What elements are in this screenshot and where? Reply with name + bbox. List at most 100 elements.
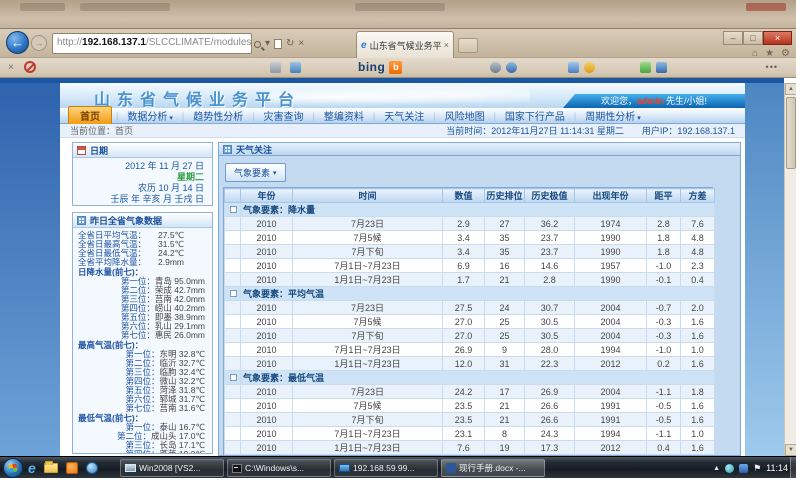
nav-item-1[interactable]: 首页 xyxy=(68,106,112,125)
browser-command-bar: × bing b ••• xyxy=(0,58,796,78)
tray-overflow-icon[interactable]: ▲ xyxy=(713,465,720,472)
tray-app-icon-2[interactable] xyxy=(739,464,748,473)
table-cell: 26.6 xyxy=(525,413,575,427)
close-button[interactable]: × xyxy=(763,31,792,45)
table-cell: 7月23日 xyxy=(293,217,443,231)
nav-item-5[interactable]: 整编资料 xyxy=(324,108,364,123)
table-cell: 25 xyxy=(485,329,525,343)
video-icon[interactable] xyxy=(506,62,517,73)
nav-item-8[interactable]: 国家下行产品 xyxy=(505,108,565,123)
search-dropdown-icon[interactable]: ▾ xyxy=(265,39,270,49)
table-row[interactable]: 20107月23日24.21726.92004-1.11.8 xyxy=(225,385,715,399)
table-cell: 1.8 xyxy=(647,231,681,245)
camera-icon[interactable] xyxy=(490,62,501,73)
chevron-down-icon: ▾ xyxy=(273,169,277,177)
taskbar-clock[interactable]: 11:14 xyxy=(766,463,788,473)
summary-label: 全省平均降水量： xyxy=(78,258,158,267)
table-cell: 1.6 xyxy=(681,413,715,427)
plugin-icon-2[interactable] xyxy=(584,62,595,73)
table-row[interactable]: 20107月1日~7月23日6.91614.61957-1.02.3 xyxy=(225,259,715,273)
scrollbar-thumb[interactable] xyxy=(786,97,796,169)
browser-tab[interactable]: e 山东省气候业务平... × xyxy=(356,31,454,58)
new-tab-button[interactable] xyxy=(458,38,478,53)
address-bar[interactable]: http://192.168.137.1/SLCCLIMATE/modules/… xyxy=(52,33,252,54)
welcome-banner: 欢迎您，admin 先生/小姐! xyxy=(563,94,745,108)
media-player-icon[interactable] xyxy=(86,462,98,474)
bing-app-icon[interactable]: b xyxy=(389,61,402,74)
stop-icon[interactable]: × xyxy=(298,39,304,49)
table-row[interactable]: 20107月1日~7月23日23.1824.31994-1.11.0 xyxy=(225,427,715,441)
refresh-icon[interactable]: ↻ xyxy=(286,39,294,49)
table-row[interactable]: 20107月5候3.43523.719901.84.8 xyxy=(225,231,715,245)
share-icon[interactable] xyxy=(290,62,301,73)
scroll-down-icon[interactable]: ▼ xyxy=(785,444,796,456)
nav-item-4[interactable]: 灾害查询 xyxy=(264,108,304,123)
table-cell: 2004 xyxy=(575,301,647,315)
task-button-3[interactable]: 192.168.59.99... xyxy=(334,459,438,477)
table-cell: 26.9 xyxy=(525,385,575,399)
table-row[interactable]: 20107月5候23.52126.61991-0.51.6 xyxy=(225,399,715,413)
table-row[interactable]: 20107月5候27.02530.52004-0.31.6 xyxy=(225,315,715,329)
toolbar-close-icon[interactable]: × xyxy=(8,62,14,73)
computer-icon xyxy=(125,464,136,472)
maximize-button[interactable]: □ xyxy=(743,31,763,45)
nav-item-7[interactable]: 风险地图 xyxy=(445,108,485,123)
plugin-icon-4[interactable] xyxy=(656,62,667,73)
table-cell: 31 xyxy=(485,357,525,371)
compatibility-icon[interactable] xyxy=(274,39,282,49)
main-navigation: 首页|数据分析▾|趋势性分析|灾害查询|整编资料|天气关注|风险地图|国家下行产… xyxy=(60,108,745,124)
scroll-up-icon[interactable]: ▲ xyxy=(785,83,796,95)
rdp-icon xyxy=(339,464,350,472)
table-cell: 2010 xyxy=(241,231,293,245)
table-row[interactable]: 20107月下旬23.52126.61991-0.51.6 xyxy=(225,413,715,427)
ie-icon[interactable]: e xyxy=(28,461,36,475)
system-tray: ▲ ⚑ 11:14 xyxy=(713,459,788,477)
search-icon[interactable] xyxy=(254,41,261,48)
table-cell: -1.0 xyxy=(647,259,681,273)
nav-item-9[interactable]: 周期性分析▾ xyxy=(585,108,641,123)
show-desktop-button[interactable] xyxy=(790,457,796,478)
task-button-2[interactable]: C:\Windows\s... xyxy=(227,459,331,477)
page-body: 日期 2012 年 11 月 27 日 星期二 农历 10 月 14 日 壬辰 … xyxy=(60,138,745,456)
table-row[interactable]: 20101月1日~7月23日7.61917.320120.41.6 xyxy=(225,441,715,455)
table-row[interactable]: 20107月下旬3.43523.719901.84.8 xyxy=(225,245,715,259)
minimize-button[interactable]: – xyxy=(723,31,743,45)
more-icon[interactable]: ••• xyxy=(766,62,778,72)
checkbox[interactable] xyxy=(230,290,237,297)
app-icon-orange[interactable] xyxy=(66,462,78,474)
folder-icon[interactable] xyxy=(44,463,58,473)
checkbox[interactable] xyxy=(230,374,237,381)
table-row[interactable]: 20107月23日2.92736.219742.87.6 xyxy=(225,217,715,231)
element-filter-button[interactable]: 气象要素 ▾ xyxy=(225,163,286,182)
table-cell: 24 xyxy=(485,301,525,315)
table-row[interactable]: 20101月1日~7月23日12.03122.320120.21.6 xyxy=(225,357,715,371)
plugin-icon-3[interactable] xyxy=(640,62,651,73)
forward-button[interactable]: → xyxy=(31,35,47,51)
row-checkbox-cell xyxy=(225,343,241,357)
table-row[interactable]: 20107月1日~7月23日26.9928.01994-1.01.0 xyxy=(225,343,715,357)
row-checkbox-cell xyxy=(225,217,241,231)
address-bar-actions: ▾ ↻ × xyxy=(254,35,304,53)
nav-item-3[interactable]: 趋势性分析 xyxy=(193,108,243,123)
start-button[interactable] xyxy=(3,458,23,478)
task-button-1[interactable]: Win2008 [VS2... xyxy=(120,459,224,477)
tray-app-icon-1[interactable] xyxy=(725,464,734,473)
table-cell: 17.3 xyxy=(525,441,575,455)
action-center-flag-icon[interactable]: ⚑ xyxy=(753,464,761,473)
tab-close-icon[interactable]: × xyxy=(444,40,449,50)
table-row[interactable]: 20107月23日27.52430.72004-0.72.0 xyxy=(225,301,715,315)
table-cell: 6.9 xyxy=(443,259,485,273)
mail-icon[interactable] xyxy=(270,62,281,73)
back-button[interactable]: ← xyxy=(6,31,29,54)
nav-item-2[interactable]: 数据分析▾ xyxy=(127,108,173,123)
table-row[interactable]: 20101月1日~7月23日1.7212.81990-0.10.4 xyxy=(225,273,715,287)
table-cell: 1957 xyxy=(575,259,647,273)
blocked-addon-icon[interactable] xyxy=(24,61,36,73)
checkbox[interactable] xyxy=(230,206,237,213)
table-row[interactable]: 20107月下旬27.02530.52004-0.31.6 xyxy=(225,329,715,343)
plugin-icon-1[interactable] xyxy=(568,62,579,73)
task-button-4[interactable]: 现行手册.docx -... xyxy=(441,459,545,477)
page-scrollbar[interactable]: ▲ ▼ xyxy=(784,83,796,456)
bing-toolbar[interactable]: bing b xyxy=(358,60,402,74)
nav-item-6[interactable]: 天气关注 xyxy=(384,108,424,123)
